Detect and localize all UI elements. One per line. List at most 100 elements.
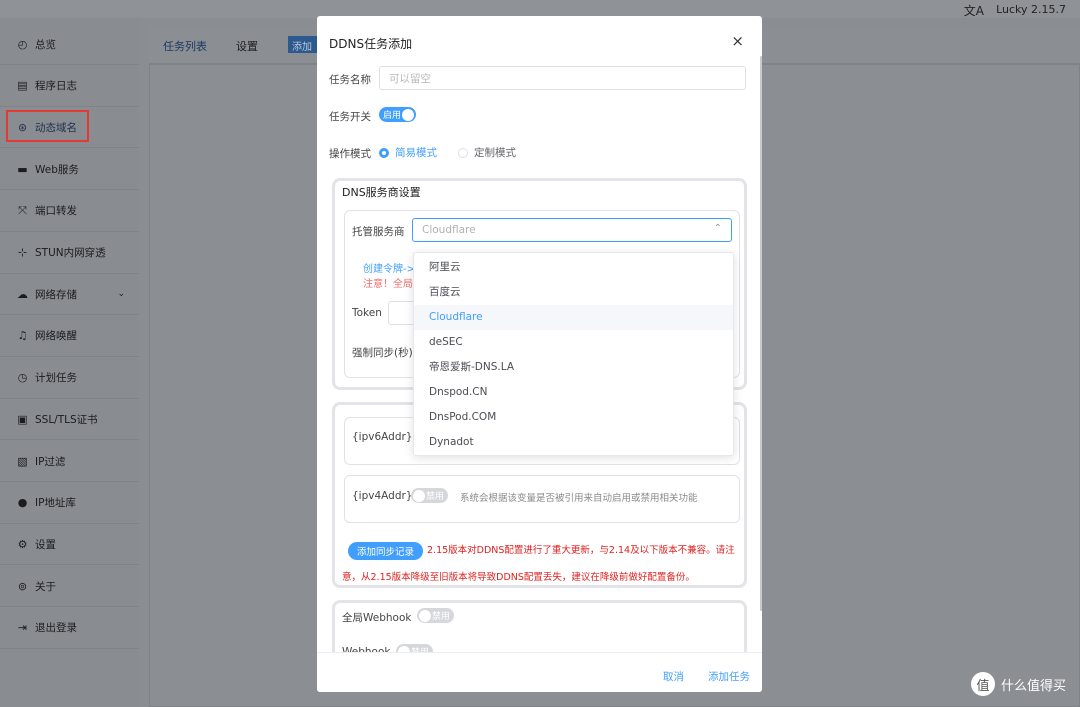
- mode-simple-radio[interactable]: 简易模式: [379, 145, 437, 160]
- tab-add-task[interactable]: 添加任务: [288, 36, 320, 53]
- sidebar-item-label: IP过滤: [35, 455, 66, 468]
- toggle-text: 禁用: [431, 612, 450, 622]
- sidebar-item-14[interactable]: ⇥ 退出登录: [0, 608, 139, 649]
- ipv6-label: {ipv6Addr}: [352, 431, 413, 443]
- chevron-down-icon[interactable]: ⌄: [117, 289, 125, 299]
- version-warning-line2: 意，从2.15版本降级至旧版本将导致DDNS配置丢失，建议在降级前做好配置备份。: [342, 572, 695, 583]
- radio-dot-icon: [379, 147, 389, 158]
- sidebar-item-label: 端口转发: [35, 205, 77, 218]
- dialog-footer: 取消 添加任务: [317, 652, 762, 692]
- sidebar-item-label: 设置: [35, 538, 56, 551]
- sidebar-item-11[interactable]: ● IP地址库: [0, 483, 139, 524]
- sidebar-item-8[interactable]: ◷ 计划任务: [0, 358, 139, 399]
- watermark-text: 什么值得买: [1000, 678, 1066, 694]
- ipv4-hint: 系统会根据该变量是否被引用来自动启用或禁用相关功能: [460, 493, 698, 504]
- about-icon: ⊚: [17, 579, 28, 593]
- stun-icon: ⊹: [17, 246, 28, 259]
- bell-icon: ♫: [17, 329, 28, 343]
- version-label: Lucky 2.15.7: [996, 3, 1066, 16]
- provider-option[interactable]: Dnspod.CN: [414, 380, 733, 405]
- sidebar-item-label: 计划任务: [35, 372, 77, 385]
- sidebar-item-7[interactable]: ♫ 网络唤醒: [0, 316, 139, 357]
- provider-dropdown: 阿里云 百度云 Cloudflare deSEC 帝恩爱斯-DNS.LA Dnspod.C…: [413, 252, 734, 456]
- toggle-knob: [419, 609, 431, 622]
- sidebar-item-label: 退出登录: [35, 622, 77, 635]
- global-notice-text: 注意！全局: [363, 279, 413, 290]
- gear-icon: ⚙: [17, 537, 28, 551]
- submit-add-task-button[interactable]: 添加任务: [708, 669, 750, 684]
- language-icon[interactable]: 文A: [964, 2, 984, 19]
- sidebar-item-10[interactable]: ▧ IP过滤: [0, 441, 139, 482]
- global-webhook-toggle[interactable]: 禁用: [417, 608, 454, 623]
- sidebar-item-5[interactable]: ⊹ STUN内网穿透: [0, 233, 139, 274]
- dialog-scrollbar[interactable]: [760, 56, 762, 611]
- sidebar-item-12[interactable]: ⚙ 设置: [0, 524, 139, 566]
- sidebar-item-label: IP地址库: [35, 497, 76, 510]
- sidebar-item-label: 总览: [35, 38, 56, 51]
- chevron-up-icon: ⌃: [713, 223, 722, 234]
- logout-icon: ⇥: [17, 621, 28, 635]
- sidebar-item-label: 网络唤醒: [35, 330, 77, 343]
- clock-icon: ◷: [17, 371, 28, 385]
- certificate-icon: ▣: [17, 412, 28, 426]
- toggle-text: 启用: [383, 111, 402, 121]
- provider-value: Cloudflare: [422, 224, 476, 236]
- task-name-input[interactable]: 可以留空: [379, 66, 746, 90]
- provider-option[interactable]: 百度云: [414, 280, 733, 305]
- toggle-knob: [413, 489, 425, 502]
- ipv4-label: {ipv4Addr}: [352, 490, 413, 502]
- provider-label: 托管服务商: [352, 226, 405, 238]
- cloud-icon: ☁: [17, 287, 28, 301]
- token-label: Token: [352, 307, 382, 319]
- watermark: 值 什么值得买: [970, 672, 1066, 696]
- sidebar-item-13[interactable]: ⊚ 关于: [0, 566, 139, 608]
- provider-option[interactable]: Dynadot: [414, 430, 733, 455]
- task-name-label: 任务名称: [329, 74, 371, 86]
- cancel-button[interactable]: 取消: [663, 669, 684, 684]
- sidebar-item-0[interactable]: ◴ 总览: [0, 24, 139, 65]
- global-webhook-label: 全局Webhook: [342, 612, 412, 624]
- provider-option[interactable]: 帝恩爱斯-DNS.LA: [414, 355, 733, 380]
- dashboard-icon: ◴: [17, 37, 28, 51]
- sidebar-item-3[interactable]: ▬ Web服务: [0, 149, 139, 191]
- close-icon[interactable]: ×: [731, 32, 744, 50]
- sidebar-item-label: STUN内网穿透: [35, 247, 106, 259]
- mode-label: 操作模式: [329, 148, 371, 160]
- provider-option[interactable]: 阿里云: [414, 255, 733, 280]
- force-sync-label: 强制同步(秒): [352, 347, 413, 359]
- add-sync-record-button[interactable]: 添加同步记录: [348, 542, 424, 560]
- radio-dot-icon: [458, 147, 468, 158]
- web-icon: ▬: [17, 162, 28, 176]
- sidebar-item-label: 网络存储: [35, 288, 77, 301]
- provider-option[interactable]: Cloudflare: [414, 305, 733, 330]
- sidebar-item-9[interactable]: ▣ SSL/TLS证书: [0, 399, 139, 441]
- annotation-highlight-box: [6, 110, 89, 142]
- task-switch-label: 任务开关: [329, 111, 371, 123]
- mode-custom-label: 定制模式: [474, 147, 516, 159]
- sidebar-item-label: Web服务: [35, 163, 79, 176]
- port-forward-icon: ⤧: [18, 203, 27, 217]
- dns-section-title: DNS服务商设置: [342, 186, 421, 199]
- user-icon: ●: [17, 496, 28, 510]
- mode-custom-radio[interactable]: 定制模式: [458, 145, 516, 160]
- tab-settings[interactable]: 设置: [236, 38, 258, 54]
- ipv4-toggle[interactable]: 禁用: [411, 488, 448, 503]
- create-token-link[interactable]: 创建令牌->: [363, 260, 415, 275]
- log-icon: ▤: [17, 79, 28, 93]
- provider-option[interactable]: DnsPod.COM: [414, 405, 733, 430]
- provider-select[interactable]: Cloudflare ⌃: [412, 218, 732, 242]
- toggle-knob: [402, 108, 414, 121]
- sidebar-item-6[interactable]: ☁ 网络存储 ⌄: [0, 274, 139, 316]
- sidebar-item-label: SSL/TLS证书: [35, 413, 98, 426]
- task-enable-toggle[interactable]: 启用: [379, 107, 416, 122]
- sidebar-item-1[interactable]: ▤ 程序日志: [0, 66, 139, 107]
- tab-task-list[interactable]: 任务列表: [163, 38, 207, 54]
- version-warning-line1: 2.15版本对DDNS配置进行了重大更新，与2.14及以下版本不兼容。请注: [427, 545, 735, 556]
- watermark-logo: 值: [970, 672, 995, 696]
- sidebar-item-4[interactable]: ⤧ 端口转发: [0, 191, 139, 232]
- provider-option[interactable]: deSEC: [414, 330, 733, 355]
- filter-icon: ▧: [17, 454, 28, 468]
- dialog-title: DDNS任务添加: [329, 37, 413, 51]
- sidebar-item-label: 关于: [35, 580, 56, 593]
- mode-simple-label: 简易模式: [395, 147, 437, 159]
